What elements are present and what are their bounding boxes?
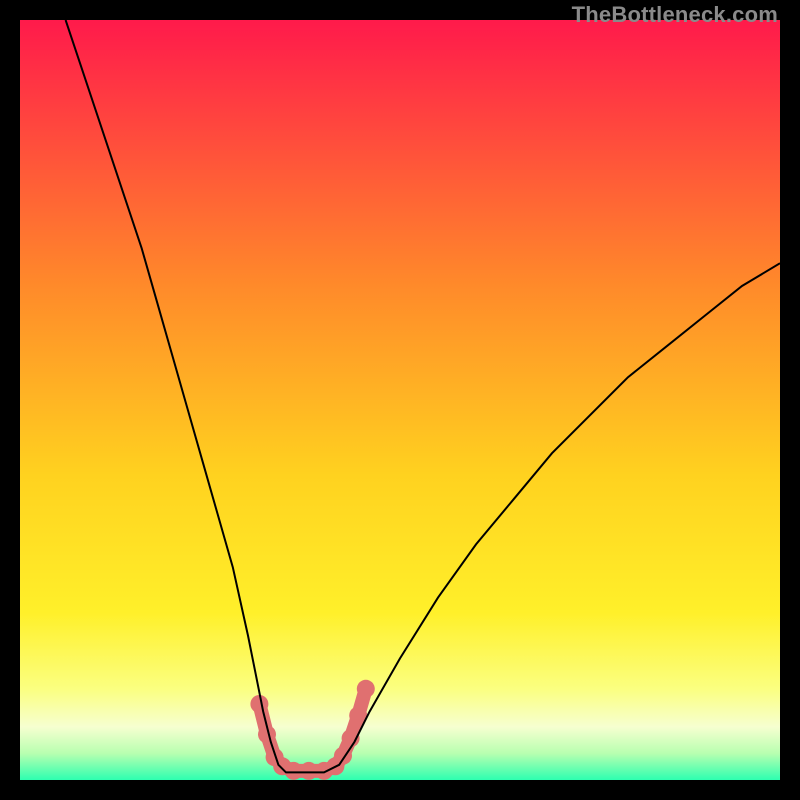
watermark-text: TheBottleneck.com (572, 2, 778, 28)
bottleneck-chart (20, 20, 780, 780)
chart-frame (20, 20, 780, 780)
gradient-background (20, 20, 780, 780)
